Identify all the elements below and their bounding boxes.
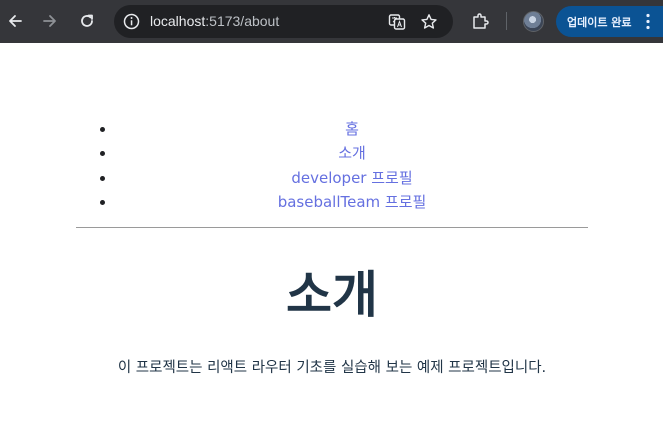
horizontal-rule <box>76 227 588 228</box>
forward-arrow-icon <box>43 15 56 27</box>
more-menu-icon[interactable] <box>646 13 650 30</box>
nav-item-baseballteam: baseballTeam 프로필 <box>116 190 588 214</box>
address-url[interactable]: localhost:5173/about <box>150 13 279 29</box>
nav-link-developer-profile[interactable]: developer 프로필 <box>291 169 412 187</box>
url-path: :5173/about <box>205 13 280 29</box>
nav-item-developer: developer 프로필 <box>116 166 588 190</box>
nav-links: 홈 소개 developer 프로필 baseballTeam 프로필 <box>76 117 588 214</box>
reload-icon <box>81 14 93 27</box>
bookmark-button[interactable] <box>420 13 438 31</box>
nav-item-about: 소개 <box>116 141 588 165</box>
nav-link-home[interactable]: 홈 <box>345 120 359 138</box>
browser-toolbar: localhost:5173/about 업데이트 완료 <box>0 0 663 43</box>
extensions-icon <box>473 13 489 29</box>
url-host: localhost <box>150 13 206 29</box>
nav-link-baseballteam-profile[interactable]: baseballTeam 프로필 <box>278 193 427 211</box>
nav-item-home: 홈 <box>116 117 588 141</box>
address-bar[interactable]: localhost:5173/about <box>114 5 453 38</box>
reload-button[interactable] <box>76 10 98 32</box>
page-title: 소개 <box>286 266 378 324</box>
update-button-label: 업데이트 완료 <box>567 15 632 29</box>
update-complete-button[interactable]: 업데이트 완료 <box>556 6 663 37</box>
toolbar-separator <box>506 12 507 30</box>
bookmark-star-icon <box>421 14 437 29</box>
site-info-icon[interactable] <box>122 12 141 31</box>
page-description: 이 프로젝트는 리액트 라우터 기초를 실습해 보는 예제 프로젝트입니다. <box>117 360 547 376</box>
translate-button[interactable] <box>388 13 406 31</box>
nav-link-about[interactable]: 소개 <box>338 144 366 162</box>
forward-button[interactable] <box>39 10 61 32</box>
page-content: 홈 소개 developer 프로필 baseballTeam 프로필 소개 이… <box>0 43 663 443</box>
profile-avatar[interactable] <box>523 11 544 32</box>
translate-icon <box>388 14 406 30</box>
back-button[interactable] <box>4 10 26 32</box>
back-arrow-icon <box>9 15 22 27</box>
extensions-button[interactable] <box>469 10 491 32</box>
